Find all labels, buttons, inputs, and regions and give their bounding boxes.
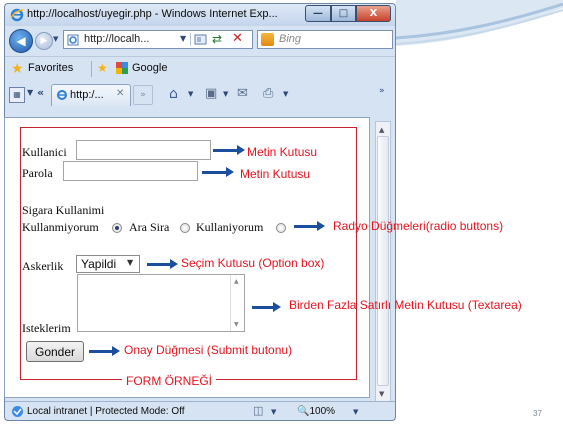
feeds-dropdown-icon[interactable]: ▼ xyxy=(223,90,228,98)
internet-explorer-icon xyxy=(10,8,24,22)
recent-pages-dropdown-icon[interactable]: ▼ xyxy=(53,35,58,43)
page-icon xyxy=(67,34,79,46)
tab-list-dropdown-icon[interactable]: ▼ xyxy=(27,88,33,97)
google-favorite-link[interactable]: Google xyxy=(132,62,167,74)
scroll-up-icon[interactable]: ▲ xyxy=(234,278,239,285)
password-label: Parola xyxy=(22,166,53,180)
slide-decoration xyxy=(396,0,563,46)
username-label: Kullanici xyxy=(22,145,67,159)
quick-tabs-icon[interactable]: ▦ xyxy=(9,87,25,103)
textarea-scrollbar[interactable]: ▲ ▼ xyxy=(230,275,245,331)
annotation-radio: Radyo Düğmeleri(radio buttons) xyxy=(333,219,504,233)
slide-page-number: 37 xyxy=(533,409,542,418)
form-caption: FORM ÖRNEĞİ xyxy=(126,374,212,388)
forward-button[interactable]: ▶ xyxy=(35,32,53,50)
arrow-icon xyxy=(252,302,281,312)
navigation-bar: ◀ ▶ ▼ http://localh... ▼ ⇄ ✕ Bing xyxy=(5,26,395,54)
zoom-level[interactable]: 🔍100% xyxy=(297,406,335,417)
radio-label-kullaniyorum: Kullaniyorum xyxy=(196,220,264,234)
vertical-scrollbar[interactable]: ▲ ▼ xyxy=(375,121,391,402)
forward-arrow-icon: ▶ xyxy=(40,36,48,46)
annotation-select: Seçim Kutusu (Option box) xyxy=(181,256,325,270)
status-bar: Local intranet | Protected Mode: Off ◫ ▼… xyxy=(5,401,395,421)
arrow-icon xyxy=(213,145,245,155)
scroll-down-icon[interactable]: ▼ xyxy=(379,390,384,398)
compatibility-view-icon[interactable] xyxy=(194,33,207,46)
favorites-button[interactable]: Favorites xyxy=(28,62,73,74)
window-controls: — □ X xyxy=(305,5,391,22)
home-dropdown-icon[interactable]: ▼ xyxy=(188,90,193,98)
zoom-dropdown-icon[interactable]: ▼ xyxy=(353,408,358,416)
scroll-up-icon[interactable]: ▲ xyxy=(379,126,384,134)
refresh-icon[interactable]: ⇄ xyxy=(212,32,222,46)
username-input[interactable] xyxy=(76,140,211,160)
search-placeholder: Bing xyxy=(279,33,302,45)
arrow-icon xyxy=(147,259,178,269)
form-caption-wrap: FORM ÖRNEĞİ xyxy=(122,370,216,388)
radio-kullanmiyorum[interactable] xyxy=(112,223,122,233)
print-icon[interactable]: ⎙ xyxy=(263,86,273,101)
address-dropdown-icon[interactable]: ▼ xyxy=(180,34,186,43)
smoking-heading: Sigara Kullanimi xyxy=(22,203,105,217)
minimize-button[interactable]: — xyxy=(305,5,331,22)
more-tools-icon[interactable]: » xyxy=(379,86,385,96)
feeds-icon[interactable]: ▣ xyxy=(205,86,217,101)
submit-button[interactable]: Gonder xyxy=(26,341,84,362)
home-icon[interactable]: ⌂ xyxy=(169,86,178,102)
security-icon[interactable]: ◫ xyxy=(253,404,263,417)
address-text: http://localh... xyxy=(84,33,150,45)
arrow-icon xyxy=(294,221,325,231)
bing-icon xyxy=(261,33,274,46)
tab-label: http:/... xyxy=(70,89,104,101)
favorites-separator xyxy=(91,61,92,77)
favorites-bar: ★ Favorites ★ Google xyxy=(5,56,395,81)
tab-scroll-left-icon[interactable]: « xyxy=(37,86,44,99)
tab-current[interactable]: http:/... ✕ xyxy=(51,84,131,106)
favorites-star-icon: ★ xyxy=(11,61,24,77)
radio-ara-sira[interactable] xyxy=(180,223,190,233)
annotation-textarea: Birden Fazla Satırlı Metin Kutusu (Texta… xyxy=(289,298,522,312)
arrow-icon xyxy=(89,346,120,356)
address-bar[interactable]: http://localh... ▼ ⇄ ✕ xyxy=(63,30,253,49)
search-box[interactable]: Bing xyxy=(257,30,393,49)
chevron-down-icon: ▼ xyxy=(127,258,134,267)
back-button[interactable]: ◀ xyxy=(9,29,33,53)
address-separator xyxy=(190,33,191,46)
mail-icon[interactable]: ✉ xyxy=(237,86,248,101)
radio-kullaniyorum[interactable] xyxy=(276,223,286,233)
maximize-button[interactable]: □ xyxy=(331,5,356,22)
radio-label-ara-sira: Ara Sira xyxy=(129,220,170,234)
scrollbar-thumb[interactable] xyxy=(377,136,389,386)
tab-close-icon[interactable]: ✕ xyxy=(116,88,124,99)
wishes-label: Isteklerim xyxy=(22,321,71,335)
tab-page-icon xyxy=(57,90,67,100)
annotation-text-box-1: Metin Kutusu xyxy=(247,145,318,159)
local-intranet-icon xyxy=(12,406,23,417)
security-dropdown-icon[interactable]: ▼ xyxy=(271,408,276,416)
select-value: Yapildi xyxy=(81,257,117,271)
wishes-textarea[interactable]: ▲ ▼ xyxy=(77,274,245,332)
close-button[interactable]: X xyxy=(356,5,391,22)
password-input[interactable] xyxy=(63,161,198,181)
window-title: http://localhost/uyegir.php - Windows In… xyxy=(27,8,278,20)
radio-label-kullanmiyorum: Kullanmiyorum xyxy=(22,220,99,234)
new-tab-button[interactable]: » xyxy=(133,85,153,105)
stop-icon[interactable]: ✕ xyxy=(232,31,243,46)
scroll-down-icon[interactable]: ▼ xyxy=(234,321,239,328)
annotation-text-box-2: Metin Kutusu xyxy=(240,167,311,181)
military-select[interactable]: Yapildi ▼ xyxy=(76,255,140,273)
status-text: Local intranet | Protected Mode: Off xyxy=(27,406,185,417)
annotation-submit: Onay Düğmesi (Submit butonu) xyxy=(124,343,293,357)
back-arrow-icon: ◀ xyxy=(16,34,26,48)
arrow-icon xyxy=(202,167,234,177)
tab-bar: ▦ ▼ « http:/... ✕ » ⌂ ▼ ▣ ▼ ✉ ⎙ ▼ » xyxy=(5,82,395,108)
title-bar: http://localhost/uyegir.php - Windows In… xyxy=(5,4,395,26)
add-favorite-icon[interactable]: ★ xyxy=(97,61,108,75)
google-icon xyxy=(116,62,128,74)
zoom-value: 100% xyxy=(309,406,336,417)
print-dropdown-icon[interactable]: ▼ xyxy=(283,90,288,98)
military-label: Askerlik xyxy=(22,259,64,273)
